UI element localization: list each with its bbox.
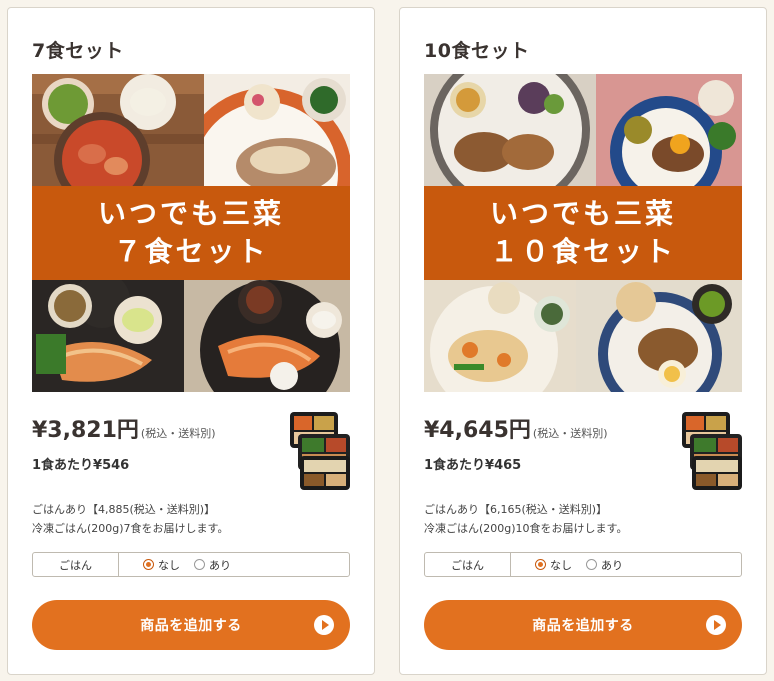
food-photo xyxy=(576,280,742,392)
product-title: 10食セット xyxy=(424,40,530,62)
rice-option-selector: ごはん なし あり xyxy=(32,552,350,577)
product-title: 7食セット xyxy=(32,40,124,62)
add-to-cart-button[interactable]: 商品を追加する xyxy=(32,600,350,650)
product-card-7: 7食セット いつでも三菜 ７食セット ¥3,821円 (税込・送料別) 1食あた… xyxy=(7,7,375,675)
price-note: (税込・送料別) xyxy=(140,427,216,440)
play-arrow-icon xyxy=(706,615,726,635)
play-arrow-icon xyxy=(314,615,334,635)
radio-with[interactable]: あり xyxy=(194,557,231,573)
product-image: いつでも三菜 ７食セット xyxy=(32,74,350,392)
rice-delivery-line: 冷凍ごはん(200g)7食をお届けします。 xyxy=(32,522,229,535)
food-photo xyxy=(204,74,350,186)
food-photo xyxy=(596,74,742,186)
product-card-10: 10食セット いつでも三菜 １０食セット ¥4,645円 (税込・送料別) 1食… xyxy=(399,7,767,675)
banner-title: いつでも三菜 xyxy=(489,197,676,230)
price-note: (税込・送料別) xyxy=(532,427,608,440)
food-photo xyxy=(32,280,184,392)
radio-unselected-icon[interactable] xyxy=(194,559,205,570)
radio-selected-icon[interactable] xyxy=(535,559,546,570)
radio-with-label: あり xyxy=(601,558,623,572)
add-button-label: 商品を追加する xyxy=(140,618,242,634)
radio-with-label: あり xyxy=(209,558,231,572)
food-photo xyxy=(424,280,576,392)
meal-tray-image xyxy=(682,412,742,490)
rice-description: ごはんあり【4,885(税込・送料別)】 冷凍ごはん(200g)7食をお届けしま… xyxy=(32,500,352,538)
meal-tray-image xyxy=(290,412,350,490)
radio-none[interactable]: なし xyxy=(143,557,180,573)
radio-unselected-icon[interactable] xyxy=(586,559,597,570)
price-row: ¥4,645円 (税込・送料別) xyxy=(424,412,608,444)
product-price: ¥4,645円 xyxy=(424,418,531,443)
rice-delivery-line: 冷凍ごはん(200g)10食をお届けします。 xyxy=(424,522,628,535)
price-row: ¥3,821円 (税込・送料別) xyxy=(32,412,216,444)
product-banner: いつでも三菜 １０食セット xyxy=(424,186,742,280)
rice-price-line: ごはんあり【4,885(税込・送料別)】 xyxy=(32,503,216,516)
rice-option-selector: ごはん なし あり xyxy=(424,552,742,577)
add-button-label: 商品を追加する xyxy=(532,618,634,634)
per-meal-price: 1食あたり¥465 xyxy=(424,458,522,473)
option-choices: なし あり xyxy=(511,553,623,576)
product-banner: いつでも三菜 ７食セット xyxy=(32,186,350,280)
rice-price-line: ごはんあり【6,165(税込・送料別)】 xyxy=(424,503,608,516)
add-to-cart-button[interactable]: 商品を追加する xyxy=(424,600,742,650)
per-meal-price: 1食あたり¥546 xyxy=(32,458,130,473)
rice-description: ごはんあり【6,165(税込・送料別)】 冷凍ごはん(200g)10食をお届けし… xyxy=(424,500,744,538)
banner-subtitle: ７食セット xyxy=(113,235,269,268)
option-choices: なし あり xyxy=(119,553,231,576)
radio-none-label: なし xyxy=(158,558,180,572)
radio-selected-icon[interactable] xyxy=(143,559,154,570)
banner-title: いつでも三菜 xyxy=(97,197,284,230)
product-price: ¥3,821円 xyxy=(32,418,139,443)
food-photo xyxy=(424,74,596,186)
food-photo xyxy=(184,280,350,392)
food-photo xyxy=(32,74,204,186)
product-image: いつでも三菜 １０食セット xyxy=(424,74,742,392)
radio-none[interactable]: なし xyxy=(535,557,572,573)
option-label: ごはん xyxy=(33,553,119,576)
banner-subtitle: １０食セット xyxy=(489,235,676,268)
radio-none-label: なし xyxy=(550,558,572,572)
option-label: ごはん xyxy=(425,553,511,576)
radio-with[interactable]: あり xyxy=(586,557,623,573)
